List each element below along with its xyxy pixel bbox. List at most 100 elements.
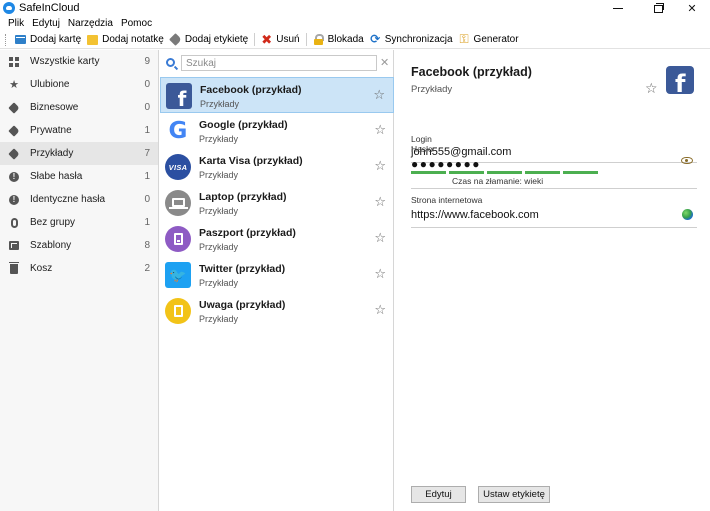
favorite-star-icon[interactable]: ☆ [374,123,386,136]
add-label-button[interactable]: Dodaj etykietę [167,31,251,49]
menu-file[interactable]: Plik [4,17,28,31]
visa-icon: VISA [165,154,191,180]
favorite-star-icon[interactable]: ☆ [374,267,386,280]
add-card-button[interactable]: Dodaj kartę [12,31,84,49]
twitter-icon: 🐦 [165,262,191,288]
sync-button[interactable]: ⟳ Synchronizacja [367,31,456,49]
search-icon [166,58,175,67]
minimize-icon [613,8,623,9]
tag-icon-wrap [8,124,20,137]
sidebar-item-count: 0 [144,102,150,113]
detail-title: Facebook (przykład) [411,65,532,79]
generator-button[interactable]: ⚿ Generator [456,31,522,49]
sidebar-item-label: Szablony [30,240,72,251]
open-website-globe-icon[interactable] [682,209,693,220]
card-subtitle: Przykłady [199,242,239,252]
key-icon: ⚿ [459,32,469,46]
menu-help[interactable]: Pomoc [117,17,156,31]
menu-tools[interactable]: Narzędzia [64,17,117,31]
clear-search-icon[interactable]: ✕ [380,56,389,69]
card-title: Facebook (przykład) [200,84,302,96]
card-title: Karta Visa (przykład) [199,155,303,167]
close-button[interactable]: ✕ [676,0,708,17]
favorite-star-icon[interactable]: ☆ [374,195,386,208]
card-google[interactable]: G Google (przykład) Przykłady ☆ [160,113,394,149]
sidebar-item-count: 1 [144,171,150,182]
password-strength-bar [411,171,601,174]
tag-icon-wrap [8,101,20,114]
sidebar-item-label: Słabe hasła [30,171,83,182]
lock-button[interactable]: Blokada [310,31,367,49]
favorite-star-icon[interactable]: ☆ [374,303,386,316]
toolbar-separator [254,33,256,46]
card-passport[interactable]: Paszport (przykład) Przykłady ☆ [160,221,394,257]
sidebar-item-no-group[interactable]: Bez grupy 1 [0,211,158,234]
card-subtitle: Przykłady [199,314,239,324]
tag-icon [168,33,182,46]
sidebar-item-business[interactable]: Biznesowe 0 [0,96,158,119]
minimize-button[interactable] [602,0,634,17]
card-twitter[interactable]: 🐦 Twitter (przykład) Przykłady ☆ [160,257,394,293]
title-bar: SafeInCloud ✕ [0,0,710,17]
website-value[interactable]: https://www.facebook.com [411,209,539,221]
sidebar-item-trash[interactable]: Kosz 2 [0,257,158,280]
card-subtitle: Przykłady [199,278,239,288]
set-labels-button[interactable]: Ustaw etykietę [478,486,550,503]
sidebar-item-label: Biznesowe [30,102,79,113]
note-icon [165,298,191,324]
favorite-star-icon[interactable]: ☆ [374,231,386,244]
sidebar-item-label: Bez grupy [30,217,76,228]
sidebar-item-examples[interactable]: Przykłady 7 [0,142,158,165]
card-title: Twitter (przykład) [199,263,286,275]
card-detail-pane: Facebook (przykład) Przykłady ☆ f Login … [395,50,710,511]
maximize-button[interactable] [642,0,674,17]
sidebar-item-label: Kosz [30,263,53,274]
search-bar: ✕ [160,55,394,73]
card-list: f Facebook (przykład) Przykłady ☆ G Goog… [160,77,394,329]
sidebar-item-templates[interactable]: Szablony 8 [0,234,158,257]
lock-label: Blokada [327,34,364,45]
card-icon [15,35,26,44]
show-password-eye-icon[interactable] [681,157,693,164]
google-icon: G [168,118,188,144]
sidebar-item-private[interactable]: Prywatne 1 [0,119,158,142]
favorite-star-icon[interactable]: ☆ [373,88,385,101]
sidebar-item-identical-passwords[interactable]: ! Identyczne hasła 0 [0,188,158,211]
favorite-star-icon[interactable]: ☆ [374,159,386,172]
alert-icon: ! [9,171,19,182]
delete-label: Usuń [276,34,300,45]
sidebar-item-count: 2 [144,263,150,274]
sidebar-item-all-cards[interactable]: Wszystkie karty 9 [0,50,158,73]
edit-button[interactable]: Edytuj [411,486,466,503]
delete-button[interactable]: ✖ Usuń [258,31,302,49]
restore-icon [653,2,664,13]
search-input[interactable] [181,55,377,71]
sync-label: Synchronizacja [384,34,453,45]
detail-favorite-star-icon[interactable]: ☆ [645,81,658,95]
delete-x-icon: ✖ [261,32,273,47]
sidebar-item-count: 0 [144,79,150,90]
tag-icon-wrap [168,33,182,46]
toolbar-grip [5,33,7,46]
card-note[interactable]: Uwaga (przykład) Przykłady ☆ [160,293,394,329]
sidebar-item-count: 0 [144,194,150,205]
add-note-button[interactable]: Dodaj notatkę [84,31,167,49]
website-field[interactable]: Strona internetowa https://www.facebook.… [411,195,697,228]
menu-bar: Plik Edytuj Narzędzia Pomoc [0,17,710,31]
sidebar-item-weak-passwords[interactable]: ! Słabe hasła 1 [0,165,158,188]
sidebar-item-favorites[interactable]: ★ Ulubione 0 [0,73,158,96]
password-value[interactable]: ●●●●●●●● [411,157,481,171]
toolbar: Dodaj kartę Dodaj notatkę Dodaj etykietę… [0,31,710,49]
card-visa[interactable]: VISA Karta Visa (przykład) Przykłady ☆ [160,149,394,185]
close-icon: ✕ [687,3,697,15]
password-field[interactable]: Hasło ●●●●●●●● Czas na złamanie: wieki [411,144,697,189]
tag-icon [8,101,20,114]
tag-icon [8,147,20,160]
passport-icon [165,226,191,252]
sidebar-item-label: Ulubione [30,79,70,90]
card-facebook[interactable]: f Facebook (przykład) Przykłady ☆ [160,77,394,113]
menu-edit[interactable]: Edytuj [28,17,64,31]
paperclip-icon-wrap [9,217,19,228]
card-list-pane: ✕ f Facebook (przykład) Przykłady ☆ G Go… [160,50,394,511]
card-laptop[interactable]: Laptop (przykład) Przykłady ☆ [160,185,394,221]
